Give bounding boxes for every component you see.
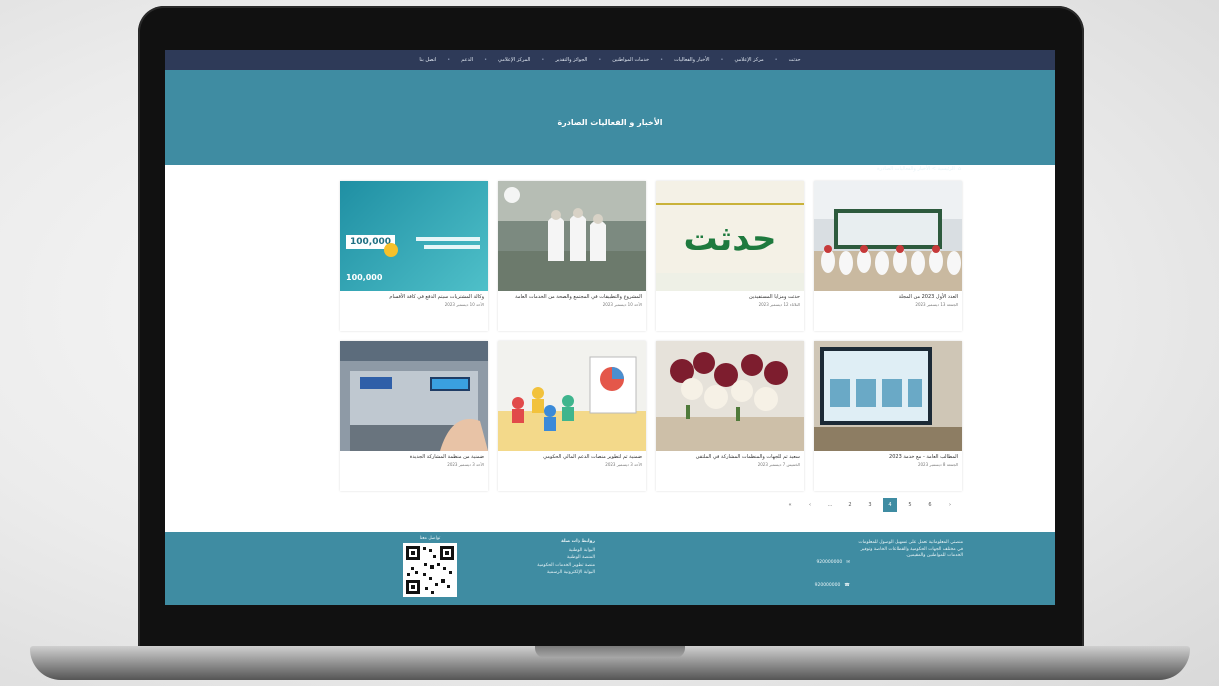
news-date: الأحد 3 ديسمبر 2023 — [605, 461, 642, 467]
news-card[interactable]: 100,000 100,000 وكالة المشتريات سيتم الد… — [340, 181, 488, 331]
pagination: « ‹ … 2 3 4 5 6 › — [783, 498, 957, 512]
news-thumbnail — [814, 181, 962, 291]
news-card[interactable]: سعيد ثم للجهات والمنظمات المشاركة في الم… — [656, 341, 804, 491]
pagination-prev[interactable]: ‹ — [803, 498, 817, 512]
news-thumbnail — [656, 341, 804, 451]
news-title[interactable]: وكالة المشتريات سيتم الدفع في كافة الأقس… — [340, 291, 488, 301]
footer: منصتي المعلوماتية تعمل على تسهيل الوصول … — [165, 532, 1055, 605]
news-thumbnail — [340, 341, 488, 451]
nav-item[interactable]: الجوائز والتقدير — [553, 56, 589, 64]
news-grid: العدد الأول 2023 من المجلة الجمعة 13 ديس… — [340, 181, 962, 491]
news-thumbnail: 100,000 100,000 — [340, 181, 488, 291]
news-title[interactable]: المطالب العامة - مع خدمة 2023 — [814, 451, 962, 461]
news-date: الأحد 10 ديسمبر 2023 — [444, 301, 484, 307]
qr-code-icon[interactable] — [403, 543, 457, 597]
news-date: الجمعة 8 ديسمبر 2023 — [917, 461, 958, 467]
news-thumbnail: حدثت — [656, 181, 804, 291]
brand-wordmark: حدثت — [683, 219, 777, 259]
footer-email[interactable]: 920000000 — [816, 560, 842, 565]
news-thumbnail — [498, 181, 646, 291]
pagination-next[interactable]: › — [943, 498, 957, 512]
news-title[interactable]: العدد الأول 2023 من المجلة — [814, 291, 962, 301]
pagination-page-current[interactable]: 4 — [883, 498, 897, 512]
top-nav: حدثت • مركز الإعلامي • الأخبار والفعاليات •… — [165, 50, 1055, 70]
news-date: الأحد 3 ديسمبر 2023 — [447, 461, 484, 467]
news-title[interactable]: ضمنية من منظمة المشاركة الجديدة — [340, 451, 488, 461]
coin-icon — [384, 243, 398, 257]
news-date: الجمعة 13 ديسمبر 2023 — [915, 301, 958, 307]
home-icon: ⌂ — [957, 166, 961, 172]
amount-text: 100,000 — [346, 273, 383, 282]
news-card[interactable]: المطالب العامة - مع خدمة 2023 الجمعة 8 د… — [814, 341, 962, 491]
footer-link[interactable]: منصة تطوير الخدمات الحكومية — [505, 562, 595, 569]
phone-icon: ☎ — [844, 583, 850, 588]
footer-phone[interactable]: 920000000 — [815, 583, 841, 588]
news-thumbnail — [498, 341, 646, 451]
pagination-page[interactable]: 5 — [903, 498, 917, 512]
breadcrumb-text: الرئيسية > الأخبار والفعاليات الصادرة — [877, 166, 955, 172]
news-title[interactable]: المشروع والتطبيقات في المجتمع والصحة من … — [498, 291, 646, 301]
news-date: الخميس 7 ديسمبر 2023 — [757, 461, 800, 467]
breadcrumb[interactable]: ⌂ الرئيسية > الأخبار والفعاليات الصادرة — [877, 166, 961, 172]
page-title: الأخبار و الفعاليات الصادرة — [557, 118, 663, 127]
laptop-notch — [535, 646, 685, 658]
footer-contact: ✉ 920000000 ☎ 920000000 — [780, 560, 850, 605]
screen: حدثت • مركز الإعلامي • الأخبار والفعاليات •… — [165, 50, 1055, 605]
nav-item[interactable]: المركز الإعلامي — [496, 56, 532, 64]
news-card[interactable]: ضمنية من منظمة المشاركة الجديدة الأحد 3 … — [340, 341, 488, 491]
email-icon: ✉ — [846, 560, 850, 565]
news-card[interactable]: المشروع والتطبيقات في المجتمع والصحة من … — [498, 181, 646, 331]
news-title[interactable]: سعيد ثم للجهات والمنظمات المشاركة في الم… — [656, 451, 804, 461]
footer-links-title: روابط ذات صلة — [561, 539, 595, 544]
footer-qr: تواصل معنا — [395, 536, 465, 597]
nav-item[interactable]: خدمات المواطنين — [610, 56, 651, 64]
hero-banner: الأخبار و الفعاليات الصادرة ⌂ الرئيسية >… — [165, 70, 1055, 172]
news-title[interactable]: حدثت ومزايا المستفيدين — [656, 291, 804, 301]
footer-link[interactable]: البوابة الإلكترونية الرسمية — [505, 569, 595, 576]
pagination-ellipsis: … — [827, 502, 833, 508]
pagination-first[interactable]: « — [783, 498, 797, 512]
footer-link[interactable]: البوابة الوطنية — [505, 547, 595, 554]
news-date: الأحد 10 ديسمبر 2023 — [602, 301, 642, 307]
news-card[interactable]: العدد الأول 2023 من المجلة الجمعة 13 ديس… — [814, 181, 962, 331]
news-card[interactable]: ضمنية ثم لتطوير منصات الدعم المالي الحكو… — [498, 341, 646, 491]
pagination-page[interactable]: 3 — [863, 498, 877, 512]
nav-item[interactable]: حدثت — [787, 56, 803, 64]
news-card[interactable]: حدثت حدثت ومزايا المستفيدين الثلاثاء 12 … — [656, 181, 804, 331]
news-thumbnail — [814, 341, 962, 451]
pagination-page[interactable]: 2 — [843, 498, 857, 512]
footer-links: روابط ذات صلة البوابة الوطنية المنصة الو… — [505, 538, 595, 576]
nav-item[interactable]: الدعم — [459, 56, 475, 64]
nav-item[interactable]: مركز الإعلامي — [732, 56, 765, 64]
news-title[interactable]: ضمنية ثم لتطوير منصات الدعم المالي الحكو… — [498, 451, 646, 461]
pagination-page[interactable]: 6 — [923, 498, 937, 512]
qr-title: تواصل معنا — [419, 536, 441, 541]
nav-item[interactable]: الأخبار والفعاليات — [672, 56, 711, 64]
news-date: الثلاثاء 12 ديسمبر 2023 — [758, 301, 800, 307]
footer-link[interactable]: المنصة الوطنية — [505, 554, 595, 561]
nav-item[interactable]: اتصل بنا — [417, 56, 438, 64]
laptop-base — [30, 646, 1190, 680]
footer-about: منصتي المعلوماتية تعمل على تسهيل الوصول … — [858, 540, 963, 559]
